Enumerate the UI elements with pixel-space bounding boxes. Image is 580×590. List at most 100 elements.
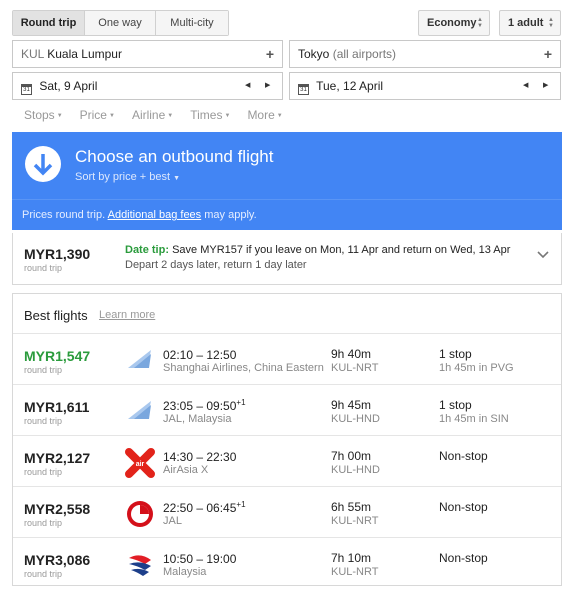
trip-type-round-trip[interactable]: Round trip xyxy=(13,11,85,35)
trip-type-selector: Round trip One way Multi-city xyxy=(12,10,229,36)
passengers-label: 1 adult xyxy=(508,17,544,29)
flight-times: 02:10 – 12:50 xyxy=(163,348,237,362)
jal-logo xyxy=(125,499,155,529)
best-flights-title: Best flights xyxy=(24,308,88,323)
filter-times[interactable]: Times ▼ xyxy=(190,108,230,122)
updown-arrow-icon: ▲ ▼ xyxy=(477,17,483,29)
filter-bar: Stops ▼ Price ▼ Airline ▼ Times ▼ More ▼ xyxy=(24,108,300,122)
flight-price-note: round trip xyxy=(24,365,63,375)
calendar-icon: 31 xyxy=(298,84,309,95)
malaysia-airlines-logo xyxy=(125,550,155,580)
chevron-down-icon: ▼ xyxy=(224,113,231,119)
origin-field[interactable]: KUL Kuala Lumpur + xyxy=(12,40,283,68)
destination-detail: (all airports) xyxy=(332,47,397,61)
filter-stops[interactable]: Stops ▼ xyxy=(24,108,63,122)
flight-airline: JAL, Malaysia xyxy=(163,413,232,425)
destination-field[interactable]: Tokyo (all airports) + xyxy=(289,40,561,68)
china-eastern-logo xyxy=(125,346,155,376)
flight-times: 23:05 – 09:50+1 xyxy=(163,398,246,413)
flight-stops: Non-stop xyxy=(439,500,488,514)
chevron-down-icon: ▼ xyxy=(167,113,174,119)
flight-price: MYR3,086 xyxy=(24,552,91,568)
flight-price: MYR2,558 xyxy=(24,501,91,517)
flight-stop-info: 1h 45m in PVG xyxy=(439,362,514,374)
filter-airline[interactable]: Airline ▼ xyxy=(132,108,173,122)
expand-chevron-icon[interactable] xyxy=(537,248,549,262)
flight-stops: Non-stop xyxy=(439,551,488,565)
date-tip-card[interactable]: MYR1,390 round trip Date tip: Save MYR15… xyxy=(12,233,562,285)
flight-airline: JAL xyxy=(163,515,182,527)
flight-airline: Malaysia xyxy=(163,566,207,578)
flight-times: 22:50 – 06:45+1 xyxy=(163,500,246,515)
trip-type-multi-city[interactable]: Multi-city xyxy=(156,11,228,35)
calendar-icon: 31 xyxy=(21,84,32,95)
chevron-down-icon: ▼ xyxy=(56,113,63,119)
chevron-down-icon: ▼ xyxy=(276,113,283,119)
svg-text:air: air xyxy=(136,461,145,468)
origin-name: Kuala Lumpur xyxy=(47,47,122,61)
flight-row[interactable]: MYR1,547 round trip 02:10 – 12:50 Shangh… xyxy=(13,333,561,384)
flight-route: KUL-NRT xyxy=(331,362,379,374)
flight-times: 10:50 – 19:00 xyxy=(163,552,237,566)
flight-row[interactable]: MYR2,558 round trip 22:50 – 06:45+1 JAL … xyxy=(13,486,561,537)
flight-route: KUL-NRT xyxy=(331,515,379,527)
date-tip-text: Date tip: Save MYR157 if you leave on Mo… xyxy=(125,244,511,256)
date-tip-price: MYR1,390 xyxy=(24,246,91,262)
bag-fees-link[interactable]: Additional bag fees xyxy=(108,209,202,221)
flight-row[interactable]: MYR2,127 round trip air 14:30 – 22:30 Ai… xyxy=(13,435,561,486)
flight-price: MYR2,127 xyxy=(24,450,91,466)
flight-duration: 9h 45m xyxy=(331,398,372,412)
banner-title: Choose an outbound flight xyxy=(75,147,274,166)
flight-stops: 1 stop xyxy=(439,347,472,361)
prev-date-icon[interactable]: ◀ xyxy=(523,73,528,99)
best-flights-card: Best flights Learn more MYR1,547 round t… xyxy=(12,293,562,586)
depart-date-field[interactable]: 31 Sat, 9 April ◀ ▶ xyxy=(12,72,283,100)
flight-airline: AirAsia X xyxy=(163,464,209,476)
flight-times: 14:30 – 22:30 xyxy=(163,450,237,464)
updown-arrow-icon: ▲ ▼ xyxy=(548,17,554,29)
filter-more[interactable]: More ▼ xyxy=(247,108,282,122)
flight-price-note: round trip xyxy=(24,518,63,528)
down-arrow-icon xyxy=(25,146,61,182)
add-destination-icon[interactable]: + xyxy=(544,41,552,67)
cabin-class-dropdown[interactable]: Economy ▲ ▼ xyxy=(418,10,490,36)
prev-date-icon[interactable]: ◀ xyxy=(245,73,250,99)
chevron-down-icon: ▼ xyxy=(108,113,115,119)
flight-price-note: round trip xyxy=(24,569,63,579)
flight-price-note: round trip xyxy=(24,416,63,426)
flight-duration: 7h 00m xyxy=(331,449,372,463)
filter-price[interactable]: Price ▼ xyxy=(80,108,115,122)
outbound-banner: Choose an outbound flight Sort by price … xyxy=(12,132,562,230)
china-eastern-logo xyxy=(125,397,155,427)
add-origin-icon[interactable]: + xyxy=(266,41,274,67)
sort-dropdown[interactable]: Sort by price + best ▼ xyxy=(75,171,180,183)
price-note: Prices round trip. Additional bag fees m… xyxy=(22,209,257,221)
flight-row[interactable]: MYR3,086 round trip 10:50 – 19:00 Malays… xyxy=(13,537,561,588)
next-date-icon[interactable]: ▶ xyxy=(265,73,270,99)
date-tip-detail: Depart 2 days later, return 1 day later xyxy=(125,259,307,271)
flight-duration: 9h 40m xyxy=(331,347,372,361)
destination-name: Tokyo xyxy=(298,47,330,61)
flight-price: MYR1,611 xyxy=(24,399,90,415)
next-date-icon[interactable]: ▶ xyxy=(543,73,548,99)
flight-route: KUL-HND xyxy=(331,464,380,476)
return-date-field[interactable]: 31 Tue, 12 April ◀ ▶ xyxy=(289,72,561,100)
flight-route: KUL-HND xyxy=(331,413,380,425)
flight-airline: Shanghai Airlines, China Eastern xyxy=(163,362,324,374)
date-tip-price-note: round trip xyxy=(24,263,63,273)
depart-date: Sat, 9 April xyxy=(39,79,98,93)
flight-stops: 1 stop xyxy=(439,398,472,412)
origin-code: KUL xyxy=(21,47,44,61)
return-date: Tue, 12 April xyxy=(316,79,384,93)
flight-duration: 6h 55m xyxy=(331,500,372,514)
flight-duration: 7h 10m xyxy=(331,551,372,565)
flight-stop-info: 1h 45m in SIN xyxy=(439,413,509,425)
flight-row[interactable]: MYR1,611 round trip 23:05 – 09:50+1 JAL,… xyxy=(13,384,561,435)
cabin-class-label: Economy xyxy=(427,17,477,29)
learn-more-link[interactable]: Learn more xyxy=(99,309,155,321)
passengers-dropdown[interactable]: 1 adult ▲ ▼ xyxy=(499,10,561,36)
flight-route: KUL-NRT xyxy=(331,566,379,578)
chevron-down-icon: ▼ xyxy=(173,175,181,182)
trip-type-one-way[interactable]: One way xyxy=(85,11,156,35)
airasia-logo: air xyxy=(125,448,155,478)
